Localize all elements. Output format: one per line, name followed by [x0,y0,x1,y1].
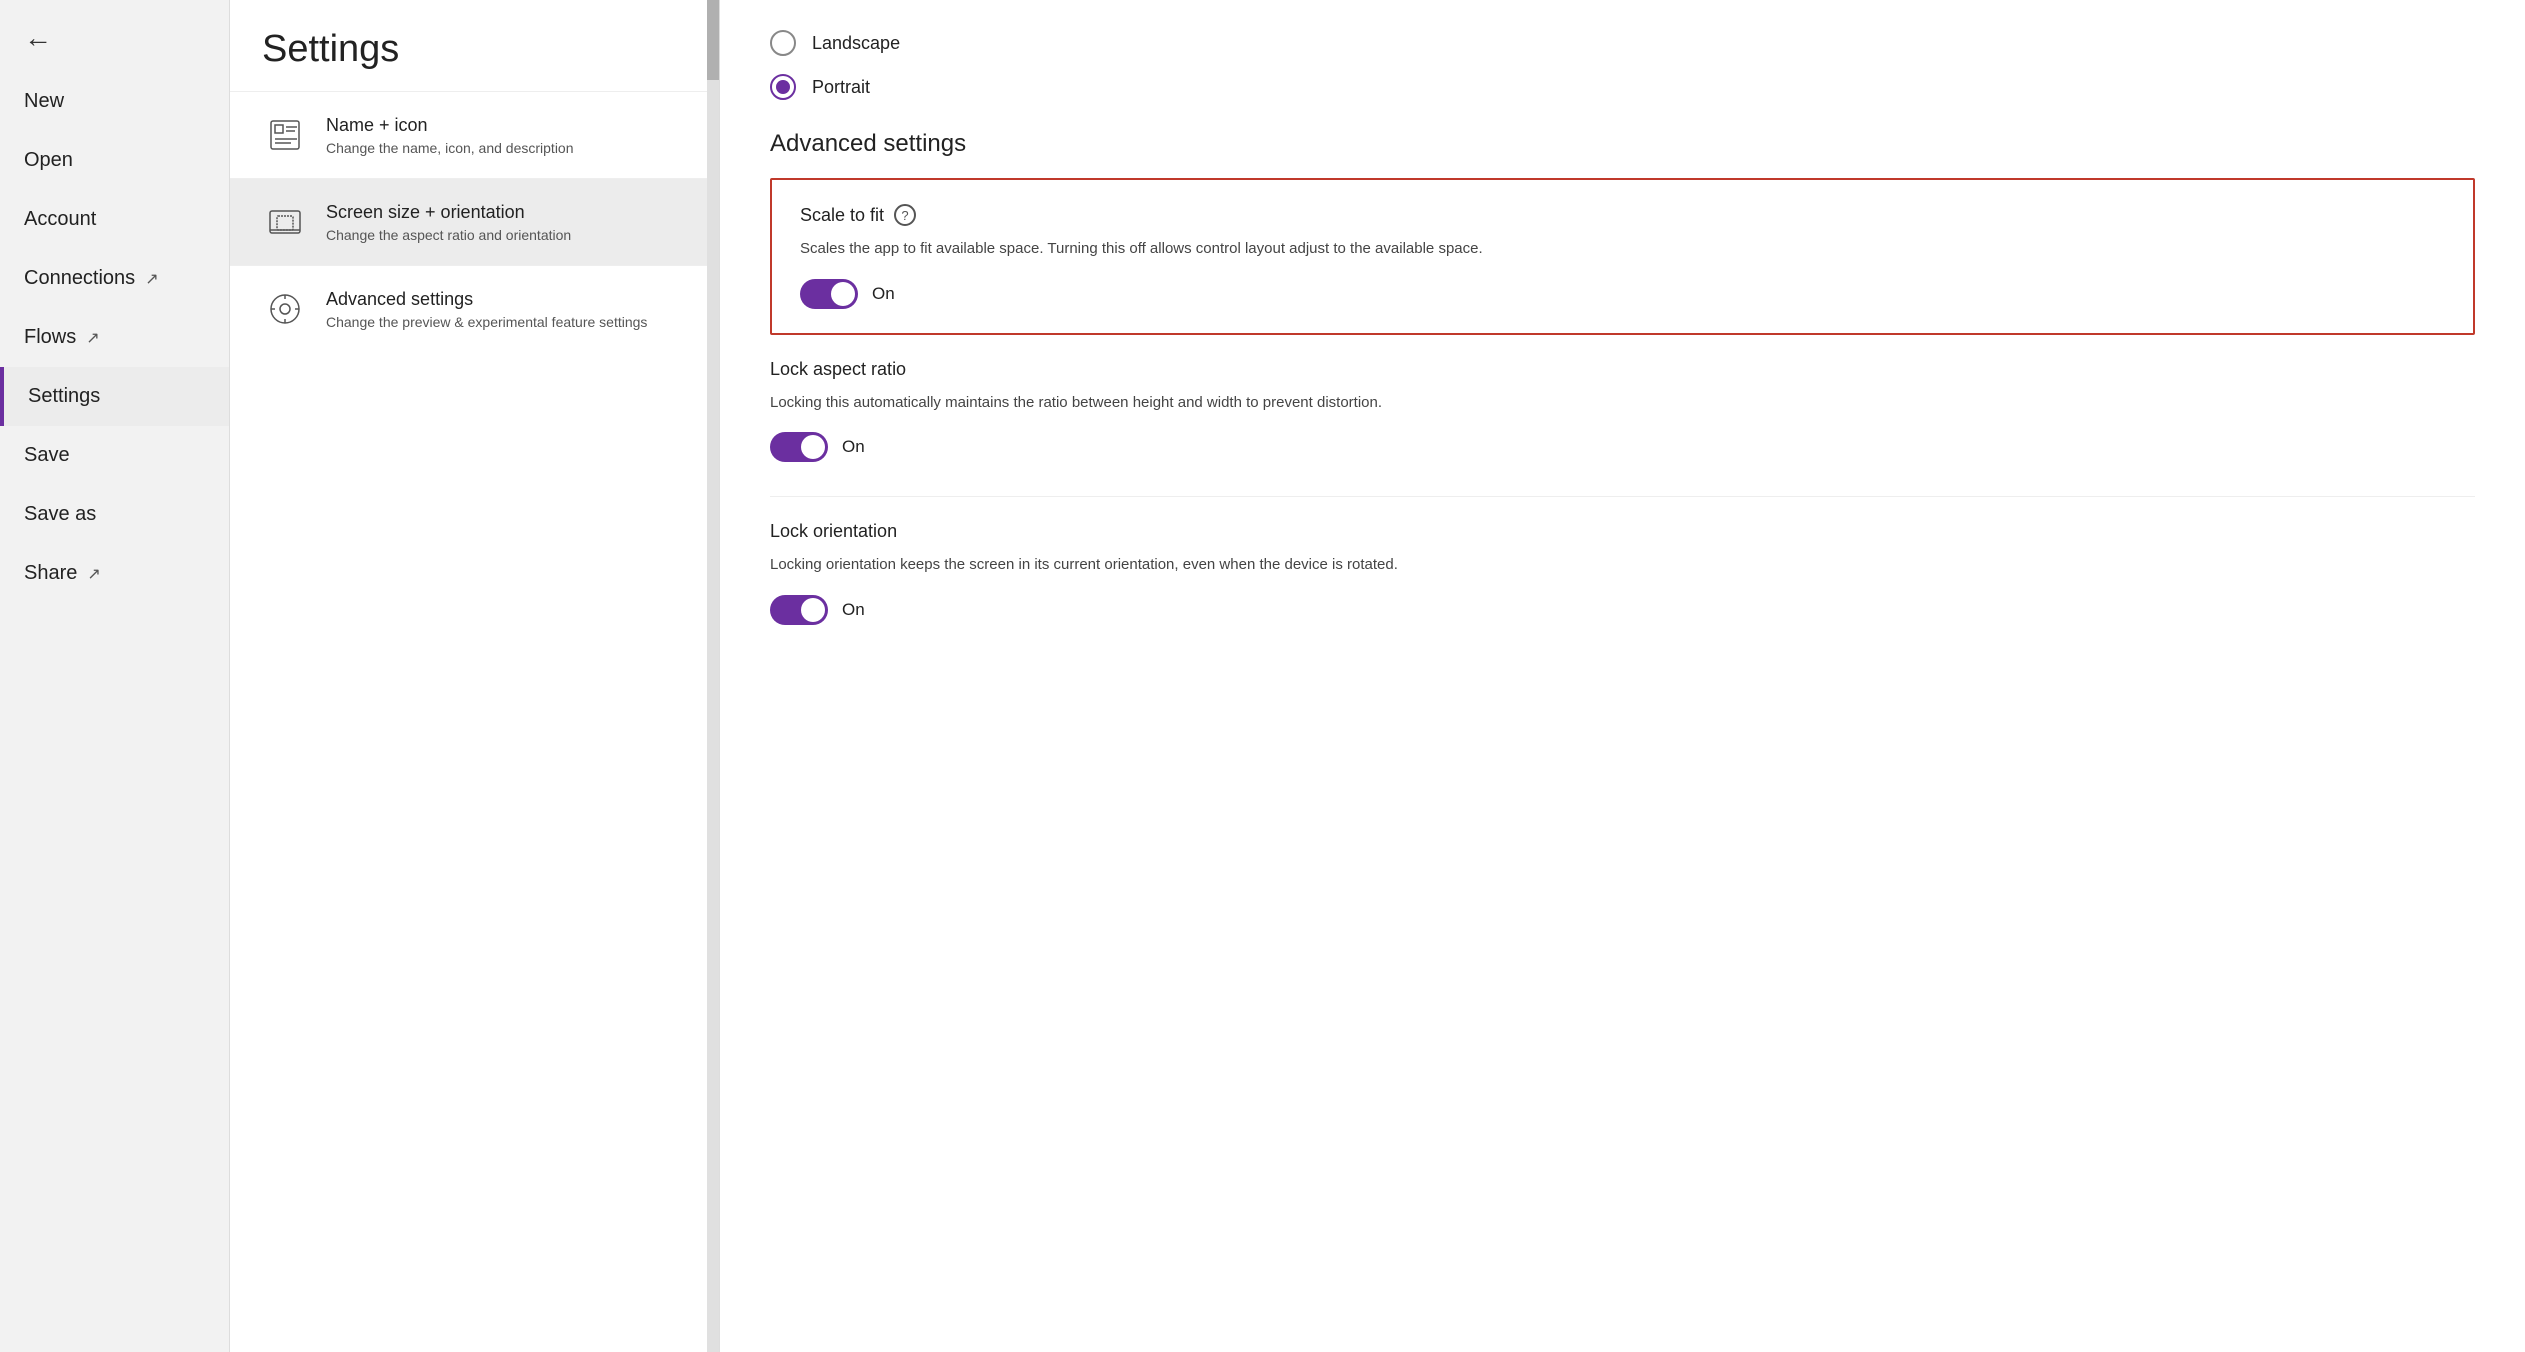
toggle-label-scale-to-fit: On [872,284,895,304]
menu-title-screen-size: Screen size + orientation [326,202,571,223]
menu-icon-screen-size [262,199,308,245]
sidebar-item-save[interactable]: Save [0,426,229,485]
radio-circle-landscape [770,30,796,56]
sidebar-nav: New Open Account Connections ↗ Flows ↗ Settings… [0,72,229,1352]
sidebar-label: Save [24,444,70,467]
setting-name-scale-to-fit: Scale to fit ? [800,204,2445,226]
sidebar-label: Settings [28,385,100,408]
sidebar-item-save-as[interactable]: Save as [0,485,229,544]
toggle-row-lock-aspect-ratio: On [770,432,2475,462]
menu-item-screen-size[interactable]: Screen size + orientation Change the asp… [230,178,719,265]
advanced-settings-title: Advanced settings [770,130,2475,158]
toggle-lock-orientation[interactable] [770,595,828,625]
sidebar-item-settings[interactable]: Settings [0,367,229,426]
sidebar-label: Account [24,208,96,231]
menu-item-name-icon[interactable]: Name + icon Change the name, icon, and d… [230,91,719,178]
external-icon: ↗ [145,269,158,289]
radio-landscape[interactable]: Landscape [770,30,2475,56]
setting-name-lock-aspect-ratio: Lock aspect ratio [770,359,2475,380]
setting-card-lock-aspect-ratio: Lock aspect ratio Locking this automatic… [770,359,2475,487]
setting-card-scale-to-fit: Scale to fit ? Scales the app to fit ava… [770,178,2475,335]
menu-icon-name-icon [262,112,308,158]
middle-panel: Settings Name + icon Change the name, ic… [230,0,720,1352]
sidebar-label: Flows [24,326,76,349]
external-icon: ↗ [86,328,99,348]
menu-item-advanced-settings[interactable]: Advanced settings Change the preview & e… [230,265,719,352]
orientation-section: Landscape Portrait [770,30,2475,100]
sidebar-label: Connections [24,267,135,290]
setting-name-lock-orientation: Lock orientation [770,521,2475,542]
sidebar-label: Save as [24,503,96,526]
menu-icon-advanced-settings [262,286,308,332]
menu-desc-advanced-settings: Change the preview & experimental featur… [326,314,647,330]
sidebar-item-connections[interactable]: Connections ↗ [0,249,229,308]
external-icon: ↗ [87,564,100,584]
back-arrow-icon: ← [24,22,52,54]
sidebar: ← New Open Account Connections ↗ Flows ↗ Settin… [0,0,230,1352]
radio-label-landscape: Landscape [812,33,900,54]
toggle-label-lock-aspect-ratio: On [842,437,865,457]
sidebar-label: Open [24,149,73,172]
sidebar-label: Share [24,562,77,585]
help-icon-scale-to-fit[interactable]: ? [894,204,916,226]
scrollbar-track[interactable] [707,0,719,1352]
toggle-row-scale-to-fit: On [800,279,2445,309]
menu-title-name-icon: Name + icon [326,115,574,136]
menu-text-advanced-settings: Advanced settings Change the preview & e… [326,289,647,330]
setting-desc-lock-orientation: Locking orientation keeps the screen in … [770,554,2475,577]
toggle-scale-to-fit[interactable] [800,279,858,309]
settings-menu: Name + icon Change the name, icon, and d… [230,91,719,352]
sidebar-item-new[interactable]: New [0,72,229,131]
page-title: Settings [230,0,719,91]
sidebar-item-open[interactable]: Open [0,131,229,190]
toggle-row-lock-orientation: On [770,595,2475,625]
setting-desc-scale-to-fit: Scales the app to fit available space. T… [800,238,2445,261]
menu-text-name-icon: Name + icon Change the name, icon, and d… [326,115,574,156]
divider-1 [770,496,2475,497]
back-button[interactable]: ← [0,0,229,72]
sidebar-item-share[interactable]: Share ↗ [0,544,229,603]
toggle-label-lock-orientation: On [842,600,865,620]
menu-desc-name-icon: Change the name, icon, and description [326,140,574,156]
setting-card-lock-orientation: Lock orientation Locking orientation kee… [770,521,2475,649]
toggle-lock-aspect-ratio[interactable] [770,432,828,462]
sidebar-label: New [24,90,64,113]
radio-portrait[interactable]: Portrait [770,74,2475,100]
scrollbar-thumb[interactable] [707,0,719,80]
menu-desc-screen-size: Change the aspect ratio and orientation [326,227,571,243]
menu-title-advanced-settings: Advanced settings [326,289,647,310]
sidebar-item-account[interactable]: Account [0,190,229,249]
sidebar-item-flows[interactable]: Flows ↗ [0,308,229,367]
radio-label-portrait: Portrait [812,77,870,98]
setting-desc-lock-aspect-ratio: Locking this automatically maintains the… [770,392,2475,415]
menu-text-screen-size: Screen size + orientation Change the asp… [326,202,571,243]
radio-circle-portrait [770,74,796,100]
content-panel: Landscape Portrait Advanced settings Sca… [720,0,2525,1352]
